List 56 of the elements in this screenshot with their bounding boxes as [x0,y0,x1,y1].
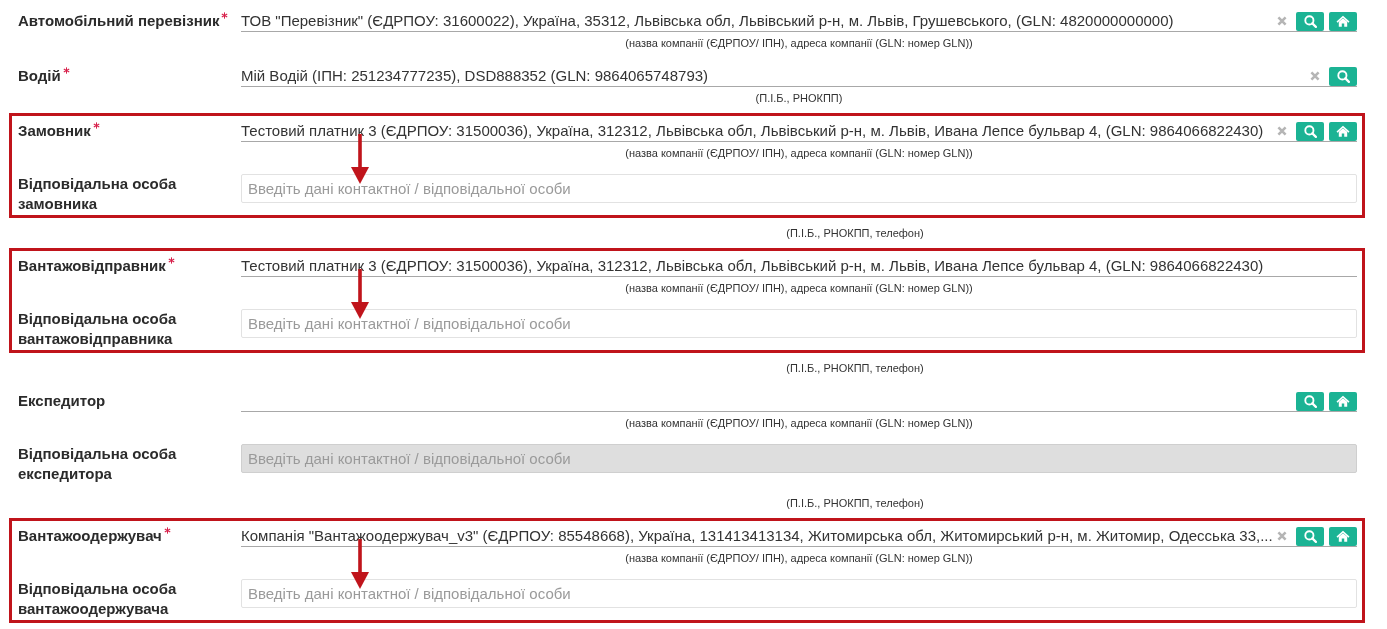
contact-input[interactable]: Введіть дані контактної / відповідальної особи [241,579,1357,608]
close-icon [1277,531,1287,541]
lookup-field[interactable]: Компанія "Вантажоодержувач_v3" (ЄДРПОУ: 85548668), Україна, 131413413134, Житомирська обл, Житомирський р-н, м. Житомир, Одесська 33,... [241,526,1357,547]
close-icon [1277,16,1287,26]
field-hint: (назва компанії (ЄДРПОУ/ ІПН), адреса компанії (GLN: номер GLN)) [624,146,974,160]
search-icon [1303,14,1317,28]
field-hint: (назва компанії (ЄДРПОУ/ ІПН), адреса компанії (GLN: номер GLN)) [624,416,974,430]
field-label: Відповідальна особа вантажоодержувача [18,579,178,619]
contact-input[interactable]: Введіть дані контактної / відповідальної особи [241,174,1357,203]
field-hint: (назва компанії (ЄДРПОУ/ ІПН), адреса компанії (GLN: номер GLN)) [624,551,974,565]
close-icon [1277,126,1287,136]
field-hint: (П.І.Б., РНОКПП, телефон) [785,496,925,510]
lookup-field[interactable]: Тестовий платник 3 (ЄДРПОУ: 31500036), Україна, 312312, Львівська обл, Львівський р-н, м. Львів, Ивана Лепсе бульвар 4, (GLN: 9864066822430) [241,256,1357,277]
field-label: Відповідальна особа вантажовідправника [18,309,178,349]
home-icon [1336,395,1350,407]
field-label: Водій [18,66,61,86]
home-button[interactable] [1329,391,1357,411]
clear-button[interactable] [1310,71,1320,81]
search-button[interactable] [1329,66,1357,86]
search-button[interactable] [1296,11,1324,31]
search-icon [1303,394,1317,408]
field-label: Відповідальна особа експедитора [18,444,178,484]
search-icon [1303,529,1317,543]
field-label: Вантажовідправник [18,256,166,276]
field-label: Експедитор [18,391,106,411]
search-button[interactable] [1296,526,1324,546]
home-icon [1336,530,1350,542]
field-label: Вантажоодержувач [18,526,162,546]
field-hint: (П.І.Б., РНОКПП) [754,91,844,105]
field-hint: (назва компанії (ЄДРПОУ/ ІПН), адреса компанії (GLN: номер GLN)) [624,281,974,295]
field-label: Відповідальна особа замовника [18,174,178,214]
lookup-field[interactable] [241,391,1357,412]
search-button[interactable] [1296,121,1324,141]
lookup-field[interactable]: Мій Водій (ІПН: 251234777235), DSD888352 (GLN: 9864065748793) [241,66,1357,87]
field-label: Замовник [18,121,91,141]
annotation-arrow [351,269,369,319]
contact-input[interactable]: Введіть дані контактної / відповідальної особи [241,309,1357,338]
field-hint: (П.І.Б., РНОКПП, телефон) [785,361,925,375]
clear-button[interactable] [1277,126,1287,136]
field-hint: (П.І.Б., РНОКПП, телефон) [785,226,925,240]
clear-button[interactable] [1277,531,1287,541]
home-icon [1336,125,1350,137]
annotation-arrow [351,134,369,184]
search-button[interactable] [1296,391,1324,411]
lookup-field[interactable]: ТОВ "Перевізник" (ЄДРПОУ: 31600022), Україна, 35312, Львівська обл, Львівський р-н, м. Львів, Грушевського, (GLN: 4820000000000) [241,11,1357,32]
search-icon [1303,124,1317,138]
field-label: Автомобільний перевізник [18,11,220,31]
close-icon [1310,71,1320,81]
search-icon [1336,69,1350,83]
home-icon [1336,15,1350,27]
lookup-field[interactable]: Тестовий платник 3 (ЄДРПОУ: 31500036), Україна, 312312, Львівська обл, Львівський р-н, м. Львів, Ивана Лепсе бульвар 4, (GLN: 9864066822430) [241,121,1357,142]
home-button[interactable] [1329,121,1357,141]
field-hint: (назва компанії (ЄДРПОУ/ ІПН), адреса компанії (GLN: номер GLN)) [624,36,974,50]
home-button[interactable] [1329,526,1357,546]
clear-button[interactable] [1277,16,1287,26]
home-button[interactable] [1329,11,1357,31]
